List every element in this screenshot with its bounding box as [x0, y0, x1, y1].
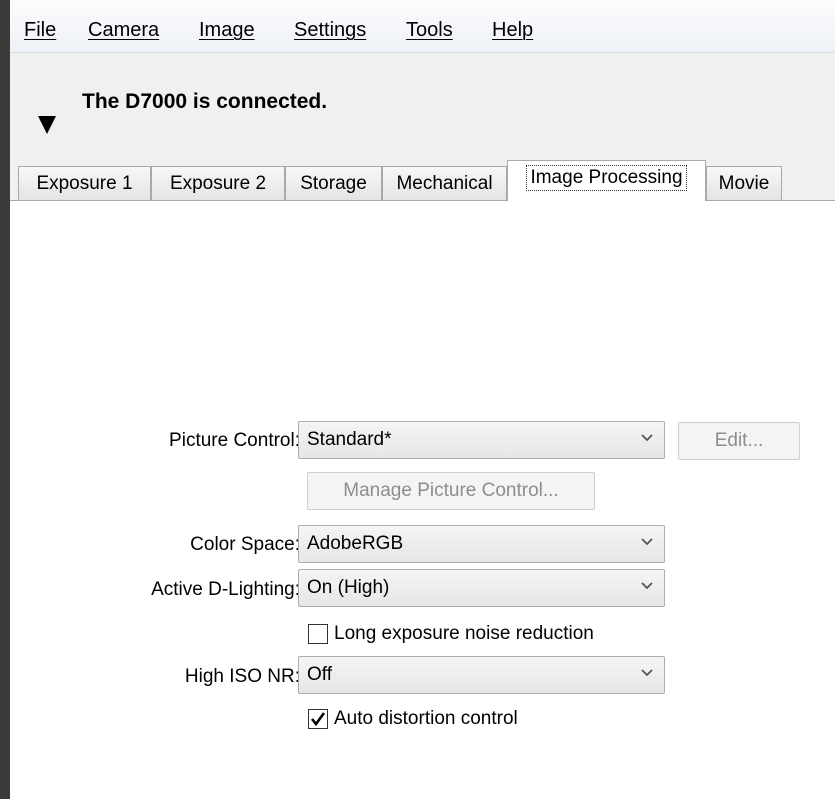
- triangle-down-icon[interactable]: [38, 116, 56, 134]
- auto-distortion-label: Auto distortion control: [334, 708, 518, 729]
- tab-exposure-1[interactable]: Exposure 1: [18, 166, 151, 200]
- tab-bar: Exposure 1 Exposure 2 Storage Mechanical…: [10, 160, 835, 201]
- tab-movie[interactable]: Movie: [706, 166, 782, 200]
- menu-settings[interactable]: Settings: [294, 18, 366, 42]
- tab-image-processing[interactable]: Image Processing: [507, 160, 706, 201]
- tab-storage[interactable]: Storage: [285, 166, 382, 200]
- long-exposure-nr-label: Long exposure noise reduction: [334, 623, 594, 644]
- chevron-down-icon: [641, 538, 653, 546]
- menu-file[interactable]: File: [24, 18, 56, 42]
- menu-bar: File Camera Image Settings Tools Help: [10, 0, 835, 53]
- active-d-lighting-value: On (High): [307, 577, 390, 598]
- high-iso-nr-value: Off: [307, 664, 332, 685]
- connection-status: The D7000 is connected.: [82, 90, 328, 113]
- tab-mechanical[interactable]: Mechanical: [382, 166, 507, 200]
- color-space-value: AdobeRGB: [307, 533, 404, 554]
- active-d-lighting-label: Active D-Lighting:: [151, 579, 300, 600]
- app-window: File Camera Image Settings Tools Help Th…: [10, 0, 835, 799]
- chevron-down-icon: [641, 434, 653, 442]
- auto-distortion-row[interactable]: Auto distortion control: [308, 708, 568, 734]
- image-processing-panel: Picture Control: Standard* Edit... Manag…: [10, 200, 835, 799]
- menu-tools[interactable]: Tools: [406, 18, 453, 42]
- active-d-lighting-select[interactable]: On (High): [298, 569, 665, 607]
- edit-button[interactable]: Edit...: [678, 422, 800, 460]
- checkmark-icon: [310, 712, 326, 727]
- picture-control-label: Picture Control:: [169, 430, 300, 451]
- auto-distortion-checkbox[interactable]: [308, 709, 328, 729]
- chevron-down-icon: [641, 669, 653, 677]
- chevron-down-icon: [641, 582, 653, 590]
- high-iso-nr-label: High ISO NR:: [184, 666, 300, 687]
- menu-help[interactable]: Help: [492, 18, 533, 42]
- long-exposure-nr-row[interactable]: Long exposure noise reduction: [308, 623, 648, 649]
- long-exposure-nr-checkbox[interactable]: [308, 624, 328, 644]
- color-space-label: Color Space:: [190, 534, 300, 555]
- picture-control-value: Standard*: [307, 429, 392, 450]
- manage-picture-control-button[interactable]: Manage Picture Control...: [307, 472, 595, 510]
- menu-camera[interactable]: Camera: [88, 18, 159, 42]
- color-space-select[interactable]: AdobeRGB: [298, 525, 665, 563]
- picture-control-select[interactable]: Standard*: [298, 421, 665, 459]
- high-iso-nr-select[interactable]: Off: [298, 656, 665, 694]
- tab-image-processing-label: Image Processing: [526, 165, 687, 191]
- tab-exposure-2[interactable]: Exposure 2: [151, 166, 285, 200]
- menu-image[interactable]: Image: [199, 18, 255, 42]
